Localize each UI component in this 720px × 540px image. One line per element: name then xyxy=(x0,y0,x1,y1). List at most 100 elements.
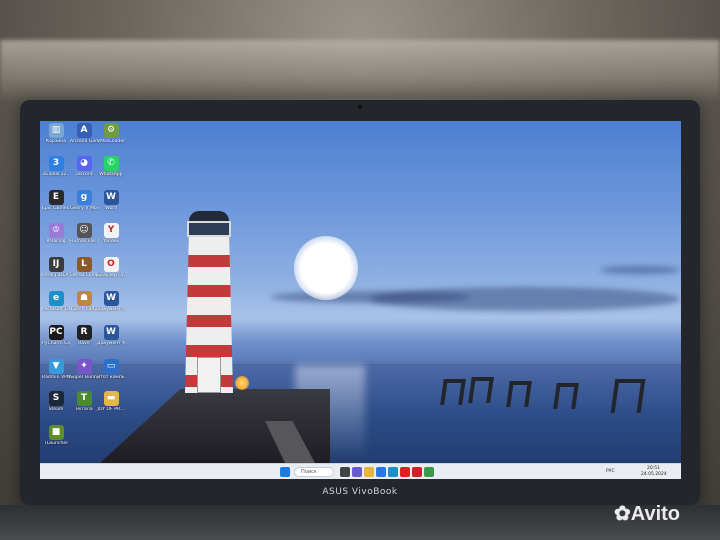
desktop-shortcut-label: #Racing xyxy=(46,239,66,244)
desktop-shortcut[interactable]: EEpic Games Launcher xyxy=(42,190,70,211)
desktop-shortcut-label: Human Fall Flat Steam xyxy=(70,239,98,244)
desktop-shortcut-label: Lunch Lady xyxy=(70,307,98,312)
super-bunny-man-icon: ✦ xyxy=(76,359,92,374)
desktop-shortcut[interactable]: ✆ WhatsApp xyxy=(97,156,125,177)
cloud xyxy=(370,287,680,311)
desktop-shortcut-label: Документ Microsof... xyxy=(97,307,125,312)
tlauncher-icon: ■ xyxy=(48,425,64,440)
desktop-shortcut[interactable]: ♔ #Racing xyxy=(42,223,70,244)
chrome-taskbar-icon[interactable] xyxy=(424,467,434,477)
3utools-icon: 3 xyxy=(48,156,64,171)
lethal-company-icon: L xyxy=(76,257,92,272)
desktop-shortcut-label: Terraria xyxy=(75,407,93,412)
water-post xyxy=(440,379,466,405)
desktop-shortcut[interactable]: WДокумент Microsof... xyxy=(97,325,125,346)
desktop-shortcut-label: Genry V Mod xyxy=(70,206,98,211)
terraria-icon: T xyxy=(76,391,92,406)
arizona-icon: A xyxy=(76,123,92,138)
desktop-shortcut[interactable]: LLethal Company xyxy=(70,257,98,278)
desktop-shortcut[interactable]: Y Yandex xyxy=(97,223,125,244)
sun xyxy=(294,236,358,300)
taskbar: Поиск РУС 20:51 24.05.2024 xyxy=(40,463,681,479)
opera-taskbar-icon[interactable] xyxy=(412,467,422,477)
word-doc-icon: W xyxy=(103,325,119,340)
start-icon[interactable] xyxy=(280,467,290,477)
steam-icon: S xyxy=(48,391,64,406)
desktop-shortcut[interactable]: OБраузер Opera xyxy=(97,257,125,278)
desktop-shortcut[interactable]: IJIntelliJ IDEA Communit... xyxy=(42,257,70,278)
lighthouse-roof xyxy=(189,211,229,221)
desktop-shortcut-label: IntelliJ IDEA Communit... xyxy=(42,273,70,278)
epic-games-icon: E xyxy=(48,190,64,205)
webcam xyxy=(358,105,362,109)
desktop-shortcut-label: Word xyxy=(105,206,117,211)
desktop-shortcut[interactable]: 3 3uTools 32... xyxy=(42,156,70,177)
desktop-shortcut-label: JOY OF PR... xyxy=(97,407,125,412)
explorer-icon[interactable] xyxy=(364,467,374,477)
desktop-shortcut[interactable]: ▥ Корзина xyxy=(42,123,70,144)
this-pc-icon: ▭ xyxy=(103,359,119,374)
store-icon[interactable] xyxy=(376,467,386,477)
water-post xyxy=(553,383,579,409)
desktop-shortcut[interactable]: W Word xyxy=(97,190,125,211)
laptop-base xyxy=(0,505,720,540)
desktop-shortcut[interactable]: ☗ Lunch Lady xyxy=(70,291,98,312)
curtain xyxy=(0,40,720,100)
language-indicator[interactable]: РУС xyxy=(606,469,615,474)
desktop-shortcut-label: Lethal Company xyxy=(70,273,98,278)
water-post xyxy=(506,381,532,407)
desktop-shortcut[interactable]: S Steam xyxy=(42,391,70,412)
desktop-shortcut[interactable]: ▼ Radmin VPN xyxy=(42,359,70,380)
word-doc-icon: W xyxy=(103,291,119,306)
desktop-shortcut-label: Rave xyxy=(78,341,90,346)
taskbar-search[interactable]: Поиск xyxy=(294,467,334,477)
discord-icon: ◕ xyxy=(76,156,92,171)
desktop-shortcut[interactable]: ⚙ VMosLoader xyxy=(97,123,125,144)
water-post xyxy=(468,377,494,403)
cloud xyxy=(600,266,680,274)
desktop-shortcut-label: Microsoft Edge xyxy=(42,307,70,312)
chat-icon[interactable] xyxy=(352,467,362,477)
rave-icon: R xyxy=(76,325,92,340)
desktop-shortcut[interactable]: T Terraria xyxy=(70,391,98,412)
desktop-shortcut-label: WhatsApp xyxy=(99,172,123,177)
lamp-glow xyxy=(235,376,249,390)
intellij-icon: IJ xyxy=(48,257,64,272)
folder-icon: ▬ xyxy=(103,391,119,406)
desktop-shortcut-label: PyCharm Commun... xyxy=(42,341,70,346)
desktop-shortcut-label: Этот компьюте... xyxy=(97,375,125,380)
opera-icon: O xyxy=(103,257,119,272)
desktop-shortcut[interactable]: ◕ Discord xyxy=(70,156,98,177)
edge-taskbar-icon[interactable] xyxy=(388,467,398,477)
desktop-shortcut[interactable]: ■ TLauncher xyxy=(42,425,70,446)
lighthouse-door xyxy=(197,357,221,393)
desktop-shortcut-label: Arizona Games xyxy=(70,139,98,144)
water-post xyxy=(610,379,646,413)
desktop-shortcut-label: Корзина xyxy=(45,139,67,144)
desktop-shortcut[interactable]: g Genry V Mod xyxy=(70,190,98,211)
lunch-lady-icon: ☗ xyxy=(76,291,92,306)
vmos-icon: ⚙ xyxy=(103,123,119,138)
desktop-shortcut[interactable]: PCPyCharm Commun... xyxy=(42,325,70,346)
avito-watermark-text: Avito xyxy=(630,503,681,525)
racing-icon: ♔ xyxy=(48,223,64,238)
desktop-shortcut[interactable]: WДокумент Microsof... xyxy=(97,291,125,312)
desktop-shortcut[interactable]: AArizona Games xyxy=(70,123,98,144)
desktop-shortcut[interactable]: R Rave xyxy=(70,325,98,346)
desktop-shortcut-label: Discord xyxy=(75,172,93,177)
desktop-shortcut[interactable]: ▬ JOY OF PR... xyxy=(97,391,125,412)
desktop-shortcut[interactable]: eMicrosoft Edge xyxy=(42,291,70,312)
genry-icon: g xyxy=(76,190,92,205)
desktop-shortcut[interactable]: ✦Super Bunny Man xyxy=(70,359,98,380)
desktop-shortcut[interactable]: ▭Этот компьюте... xyxy=(97,359,125,380)
desktop-shortcut-label: TLauncher xyxy=(43,441,69,446)
desktop-shortcut[interactable]: ☺Human Fall Flat Steam xyxy=(70,223,98,244)
edge-icon: e xyxy=(48,291,64,306)
yandex-taskbar-icon[interactable] xyxy=(400,467,410,477)
avito-logo-icon: ✿ xyxy=(614,503,631,525)
task-view-icon[interactable] xyxy=(340,467,350,477)
clock-time[interactable]: 20:51 xyxy=(647,466,660,471)
desktop-shortcut-label: VMosLoader xyxy=(97,139,125,144)
clock-date[interactable]: 24.05.2024 xyxy=(641,472,667,477)
desktop-shortcut-label: Epic Games Launcher xyxy=(42,206,70,211)
